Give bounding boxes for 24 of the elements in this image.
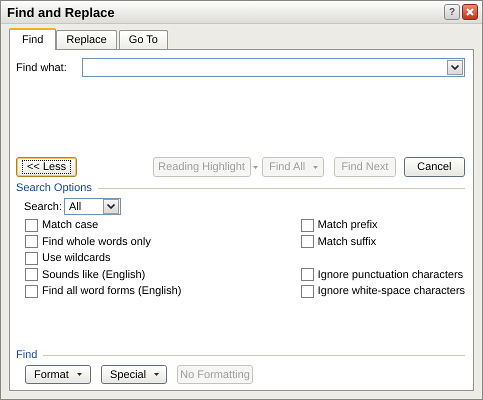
- checkbox-label: Match prefix: [318, 219, 378, 232]
- field-label: Search:: [24, 200, 63, 212]
- group-title: Search Options: [16, 182, 92, 194]
- select-value: All: [69, 200, 82, 212]
- checkbox-label: Sounds like (English): [42, 268, 146, 281]
- checkbox-label: Use wildcards: [42, 252, 110, 264]
- search-select[interactable]: All: [64, 198, 121, 215]
- tab[interactable]: Replace: [56, 30, 117, 49]
- format-button[interactable]: Special: [101, 365, 167, 384]
- checkbox-label: Ignore punctuation characters: [318, 268, 464, 281]
- field-label: Find what:: [16, 62, 68, 74]
- checkbox-label: Match case: [42, 219, 98, 232]
- help-button[interactable]: ?: [444, 4, 460, 20]
- checkbox-label: Find all word forms (English): [42, 285, 182, 298]
- group-title: Find: [16, 349, 38, 361]
- tab[interactable]: Find: [9, 28, 56, 50]
- action-button[interactable]: << Less: [16, 157, 78, 177]
- checkbox-label: Find whole words only: [42, 236, 151, 248]
- checkbox-label: Ignore white-space characters: [318, 285, 465, 298]
- format-button[interactable]: Format: [25, 365, 91, 384]
- tab[interactable]: Go To: [118, 30, 168, 49]
- window-title: Find and Replace: [7, 4, 115, 20]
- checkbox-label: Match suffix: [318, 236, 376, 248]
- action-button[interactable]: Cancel: [404, 157, 465, 177]
